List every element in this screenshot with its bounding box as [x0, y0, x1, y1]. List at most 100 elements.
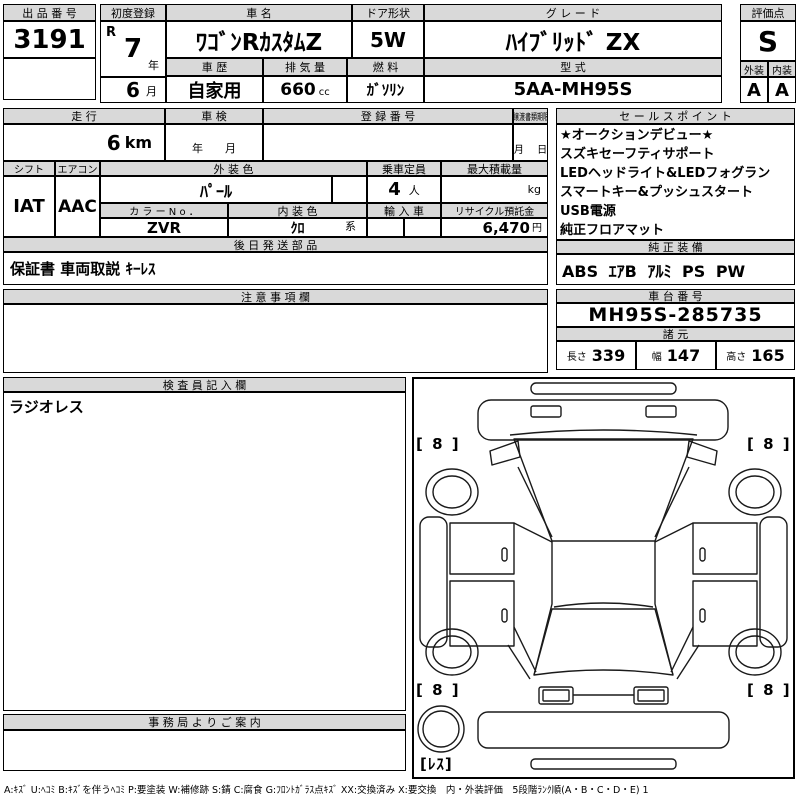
chassis-no-header: 車 台 番 号 — [556, 289, 795, 303]
max-load-header: 最大積載量 — [441, 161, 548, 176]
first-reg-year-cell: R 7 年 — [100, 21, 166, 77]
auction-no-value: 3191 — [3, 21, 96, 58]
mileage-value: 6 — [106, 130, 121, 155]
shift-header: シフト — [3, 161, 55, 176]
exterior-color-sub-cell — [332, 176, 367, 203]
inspection-header: 車 検 — [165, 108, 263, 124]
spec-height-value: 165 — [751, 346, 785, 365]
aircon-value: AAC — [55, 176, 100, 237]
office-notice-body — [3, 730, 406, 771]
inspector-notes-header: 検 査 員 記 入 欄 — [3, 377, 406, 392]
cabin-edge-left — [533, 541, 553, 676]
fuel-value: ｶﾞｿﾘﾝ — [347, 76, 424, 103]
interior-color-suffix: 系 — [345, 220, 356, 233]
aircon-header: エアコン — [55, 161, 100, 176]
tread-mark-rear-right: [ 8 ] — [747, 681, 792, 699]
history-header: 車 歴 — [166, 58, 263, 76]
sill-right — [759, 516, 788, 648]
door-handle-front-left — [501, 547, 508, 562]
displacement-header: 排 気 量 — [263, 58, 347, 76]
a-pillar-seam-right — [654, 466, 690, 538]
inspector-notes-body: ラジオレス — [3, 392, 406, 711]
rear-window — [533, 608, 674, 676]
capacity-value: 4 — [388, 179, 401, 200]
mileage-header: 走 行 — [3, 108, 165, 124]
inspection-cell: 年 月 — [165, 124, 263, 161]
first-reg-year: 7 — [123, 34, 143, 64]
notes-body — [3, 304, 548, 373]
sill-left — [419, 516, 448, 648]
transfer-deadline-label: 譲渡書類期限 — [513, 112, 548, 123]
c-pillar-seam-right-2 — [676, 644, 700, 680]
shift-value: IAT — [3, 176, 55, 237]
spec-height-label: 高さ — [726, 352, 747, 363]
auction-no-header: 出 品 番 号 — [3, 4, 96, 21]
sales-point-item: 純正フロアマット — [560, 223, 665, 238]
auction-no-empty-cell — [3, 58, 96, 100]
sales-points-header: セ ー ル ス ポ イ ン ト — [556, 108, 795, 124]
door-shape-value: 5W — [352, 21, 424, 58]
windshield — [513, 438, 694, 542]
sales-point-item: ★オークションデビュー★ — [560, 128, 714, 143]
spare-tire-inner — [422, 710, 460, 748]
car-diagram — [417, 382, 788, 770]
spec-length-cell: 長さ 339 — [556, 341, 636, 370]
color-no-value: ZVR — [100, 218, 228, 237]
spare-tire — [417, 705, 465, 753]
grade-value: ﾊｲﾌﾞﾘｯﾄﾞ ZX — [424, 21, 722, 58]
exterior-score-header: 外装 — [740, 61, 768, 77]
headlight-left — [530, 405, 562, 418]
first-reg-era: R — [106, 25, 117, 40]
tread-mark-front-right: [ 8 ] — [747, 435, 792, 453]
exterior-color-header: 外 装 色 — [100, 161, 367, 176]
sales-point-item: USB電源 — [560, 204, 616, 219]
model-code-value: 5AA-MH95S — [424, 76, 722, 103]
sales-point-item: スズキセーフティサポート — [560, 147, 715, 162]
recycle-deposit-header: リサイクル預託金 — [441, 203, 548, 218]
exterior-score-value: A — [740, 77, 768, 103]
car-diagram-box: [ 8 ] [ 8 ] [ 8 ] [ 8 ] [ﾚｽ] — [412, 377, 795, 779]
transfer-deadline-header: 譲渡書類期限 — [513, 108, 548, 124]
spec-length-label: 長さ — [566, 352, 587, 363]
office-notice-header: 事 務 局 よ り ご 案 内 — [3, 714, 406, 730]
interior-color-cell: ｸﾛ 系 — [228, 218, 367, 237]
cowl-line — [509, 429, 698, 436]
first-reg-month-cell: 6 月 — [100, 77, 166, 103]
door-rear-left — [449, 580, 515, 647]
mileage-unit: km — [124, 133, 152, 152]
interior-score-value: A — [768, 77, 796, 103]
grade-header: グ レ ー ド — [424, 4, 722, 21]
chassis-no-value: MH95S-285735 — [556, 303, 795, 327]
capacity-header: 乗車定員 — [367, 161, 441, 176]
exterior-color-value: ﾊﾟｰﾙ — [100, 176, 332, 203]
first-reg-month: 6 — [126, 78, 140, 102]
spec-width-label: 幅 — [651, 352, 662, 363]
tail-light-left-inner — [542, 689, 570, 702]
tread-mark-rear-left: [ 8 ] — [416, 681, 461, 699]
displacement-value: 660 — [280, 79, 316, 100]
cabin-edge-right — [654, 541, 674, 676]
import-cell-2 — [404, 218, 441, 237]
wheel-front-left-rim — [432, 475, 472, 509]
footer-legend: A:ｷｽﾞ U:ﾍｺﾐ B:ｷｽﾞを伴うﾍｺﾐ P:要塗装 W:補修跡 S:錆 … — [4, 785, 649, 796]
front-bumper-strip — [530, 382, 677, 395]
car-name-header: 車 名 — [166, 4, 352, 21]
import-cell-1 — [367, 218, 404, 237]
door-handle-rear-left — [501, 608, 508, 623]
transfer-deadline-cell: 月 日 — [513, 124, 548, 161]
specs-header: 諸 元 — [556, 327, 795, 341]
first-reg-month-unit: 月 — [146, 85, 157, 98]
c-pillar-seam-left — [513, 626, 537, 673]
interior-color-header: 内 装 色 — [228, 203, 367, 218]
color-no-header: カ ラ ー N o ． — [100, 203, 228, 218]
model-code-header: 型 式 — [424, 58, 722, 76]
import-header: 輸 入 車 — [367, 203, 441, 218]
spec-length-value: 339 — [591, 346, 626, 365]
c-pillar-seam-right — [670, 626, 694, 673]
spec-width-value: 147 — [666, 346, 701, 365]
recycle-deposit-value: 6,470 — [482, 218, 530, 237]
wheel-rear-right-rim — [735, 635, 775, 669]
spare-tire-mark: [ﾚｽ] — [420, 755, 453, 773]
max-load-cell: kg — [441, 176, 548, 203]
later-parts-value: 保証書 車両取説 ｷｰﾚｽ — [3, 252, 548, 285]
